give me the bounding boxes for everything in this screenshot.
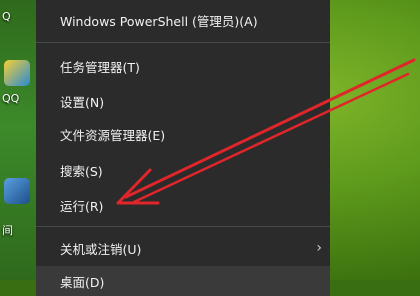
menu-item-desktop[interactable]: 桌面(D) <box>36 266 330 296</box>
menu-item-powershell-admin[interactable]: Windows PowerShell (管理员)(A) <box>36 5 330 35</box>
chevron-right-icon: › <box>316 240 322 256</box>
desktop-label-qq: QQ <box>2 92 20 105</box>
desktop-label-q: Q <box>2 10 11 23</box>
menu-item-shutdown-signout[interactable]: 关机或注销(U) › <box>36 233 330 263</box>
menu-item-file-explorer[interactable]: 文件资源管理器(E) <box>36 119 330 149</box>
menu-item-label: 搜索(S) <box>60 163 103 179</box>
menu-item-run[interactable]: 运行(R) <box>36 190 330 220</box>
menu-item-label: 任务管理器(T) <box>60 59 140 75</box>
menu-item-settings[interactable]: 设置(N) <box>36 86 330 116</box>
menu-item-search[interactable]: 搜索(S) <box>36 155 330 185</box>
qq-app-icon[interactable] <box>4 60 30 86</box>
menu-item-label: 关机或注销(U) <box>60 241 142 257</box>
menu-separator <box>36 226 330 227</box>
menu-item-label: 运行(R) <box>60 198 104 214</box>
menu-item-label: 文件资源管理器(E) <box>60 127 166 143</box>
menu-item-task-manager[interactable]: 任务管理器(T) <box>36 51 330 81</box>
winx-context-menu: Windows PowerShell (管理员)(A) 任务管理器(T) 设置(… <box>36 0 330 296</box>
menu-separator <box>36 42 330 43</box>
desktop-icon-strip: Q QQ 间 <box>0 0 36 280</box>
menu-item-label: Windows PowerShell (管理员)(A) <box>60 13 258 29</box>
menu-item-label: 设置(N) <box>60 94 105 110</box>
menu-item-label: 桌面(D) <box>60 274 105 290</box>
app-shortcut-icon[interactable] <box>4 178 30 204</box>
desktop-label-jian: 间 <box>2 224 13 237</box>
